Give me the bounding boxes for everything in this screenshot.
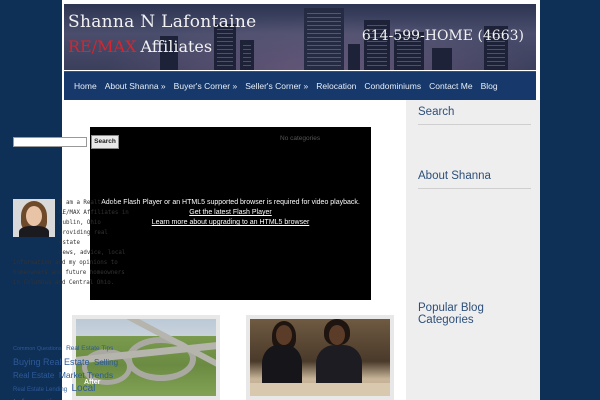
get-flash-link[interactable]: Get the latest Flash Player — [90, 208, 371, 218]
about-line: providing real estate — [59, 230, 108, 246]
about-widget-title: About Shanna — [418, 170, 491, 182]
business-meeting-thumbnail[interactable] — [246, 315, 394, 400]
divider — [418, 124, 531, 125]
category-tag[interactable]: Real Estate — [13, 371, 54, 380]
category-tag[interactable]: Selling — [94, 358, 118, 367]
phone-number: 614-599-HOME (4663) — [361, 28, 524, 44]
about-line: Dublin, Ohio — [59, 220, 101, 226]
categories-title-line: Categories — [418, 314, 474, 326]
nav-item-relocation[interactable]: Relocation — [312, 81, 360, 91]
building-silhouette — [348, 44, 360, 70]
about-line: information and my opinions to — [13, 260, 118, 266]
categories-widget-title: Popular Blog Categories — [418, 302, 484, 326]
nav-item-contact-me[interactable]: Contact Me — [425, 81, 476, 91]
remax-logo-text: RE/MAX — [68, 37, 137, 56]
about-line: in Columbus and Central Ohio. — [13, 280, 115, 286]
category-tag[interactable]: Real Estate Lending — [13, 387, 67, 393]
person-head — [276, 325, 292, 345]
category-tag[interactable]: Real Estate Tips — [66, 345, 113, 352]
main-nav: Home About Shanna » Buyer's Corner » Sel… — [64, 71, 536, 100]
category-tag[interactable]: Buying Real Estate — [13, 357, 90, 367]
about-description: I am a Realtor at RE/MAX Affiliates in D… — [13, 198, 129, 288]
html5-upgrade-link[interactable]: Learn more about upgrading to an HTML5 b… — [90, 218, 371, 228]
brokerage-name: RE/MAX Affiliates — [68, 37, 212, 56]
search-input[interactable] — [13, 137, 87, 147]
search-button[interactable]: Search — [91, 135, 119, 149]
flash-message-text: Adobe Flash Player or an HTML5 supported… — [101, 199, 360, 206]
site-title[interactable]: Shanna N Lafontaine — [68, 12, 256, 32]
category-tag[interactable]: Market Trends — [59, 370, 113, 380]
nav-item-condominiums[interactable]: Condominiums — [360, 81, 425, 91]
about-line: homeowners and future homeowners — [13, 270, 125, 276]
about-line: news, advice, local — [59, 250, 126, 256]
categories-title-line: Popular Blog — [418, 302, 484, 314]
video-player[interactable]: No categories Adobe Flash Player or an H… — [90, 127, 371, 300]
sidebar: Search About Shanna Popular Blog Categor… — [406, 100, 540, 400]
category-tag[interactable]: Local — [72, 383, 96, 394]
affiliates-text: Affiliates — [140, 37, 213, 56]
building-silhouette — [240, 40, 254, 70]
category-tag-cloud: Common Questions Real Estate Tips Buying… — [13, 340, 131, 400]
person-head — [329, 325, 345, 345]
nav-item-about-shanna[interactable]: About Shanna » — [101, 81, 170, 91]
building-silhouette — [304, 8, 344, 70]
header-banner: Shanna N Lafontaine RE/MAX Affiliates 614… — [64, 4, 536, 70]
flash-required-message: Adobe Flash Player or an HTML5 supported… — [90, 198, 371, 228]
nav-item-sellers-corner[interactable]: Seller's Corner » — [241, 81, 312, 91]
search-widget-title: Search — [418, 106, 455, 118]
divider — [418, 188, 531, 189]
category-tag[interactable]: Common Questions — [13, 346, 62, 352]
about-line: I am a Realtor at — [59, 200, 119, 206]
nav-item-home[interactable]: Home — [70, 81, 101, 91]
nav-item-buyers-corner[interactable]: Buyer's Corner » — [170, 81, 242, 91]
no-categories-text: No categories — [280, 135, 321, 142]
about-line: RE/MAX Affiliates in — [59, 210, 129, 216]
building-silhouette — [432, 48, 452, 70]
nav-item-blog[interactable]: Blog — [477, 81, 502, 91]
table-surface — [250, 383, 390, 396]
